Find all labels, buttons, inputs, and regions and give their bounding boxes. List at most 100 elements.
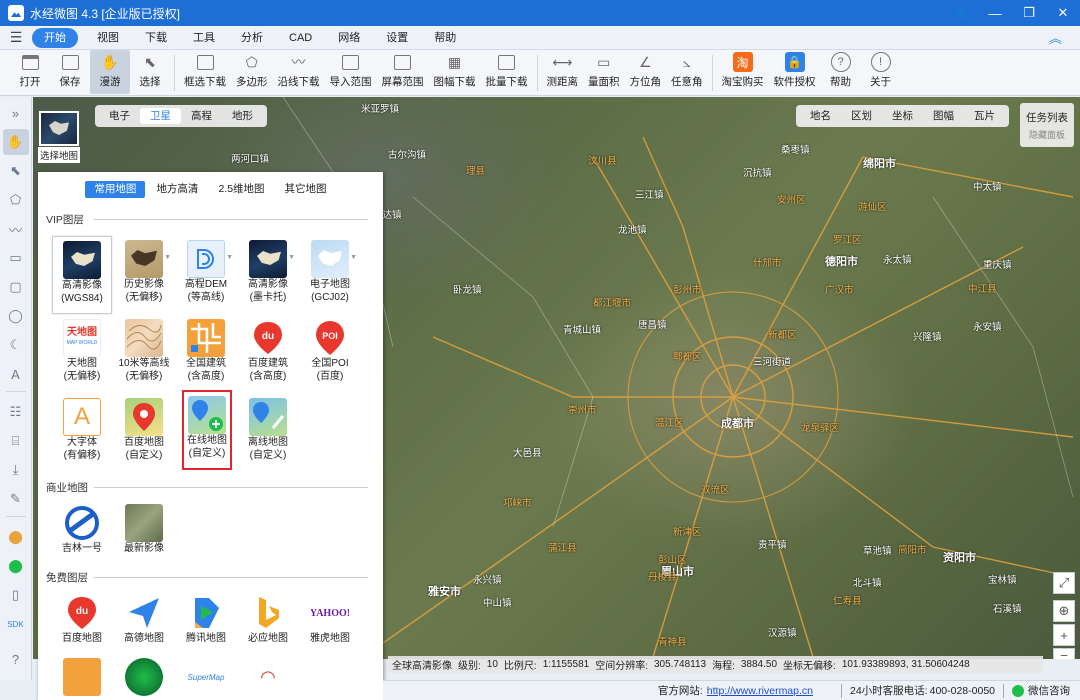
maximize-button[interactable]: ❐	[1012, 0, 1046, 26]
close-button[interactable]: ✕	[1046, 0, 1080, 26]
draw-line-tool-icon[interactable]: 〰	[3, 216, 29, 242]
layer-dem[interactable]: ▼ 高程DEM (等高线)	[176, 236, 236, 314]
menu-view[interactable]: 视图	[84, 28, 132, 48]
basemap-terrain[interactable]: 地形	[222, 108, 263, 124]
text-tool-icon[interactable]: A	[3, 361, 29, 387]
menu-cad[interactable]: CAD	[276, 28, 325, 48]
open-button[interactable]: 打开	[10, 50, 50, 94]
overlay-sheets[interactable]: 图幅	[923, 108, 964, 124]
measure-distance-button[interactable]: ⟷ 测距离	[542, 50, 584, 94]
menu-tools[interactable]: 工具	[180, 28, 228, 48]
about-button[interactable]: ! 关于	[861, 50, 901, 94]
task-list-button[interactable]: 任务列表 隐藏面板	[1020, 103, 1074, 147]
layer-national-poi[interactable]: POI 全国POI (百度)	[300, 315, 360, 393]
azimuth-button[interactable]: ∠ 方位角	[625, 50, 667, 94]
layer-national-buildings[interactable]: 全国建筑 (含高度)	[176, 315, 236, 393]
sheet-download-button[interactable]: ▦ 图幅下载	[429, 50, 481, 94]
layer-large-font[interactable]: A 大字体 (有偏移)	[52, 394, 112, 472]
layer-more-4[interactable]: ◠	[238, 654, 298, 700]
overlay-coordinates[interactable]: 坐标	[882, 108, 923, 124]
layer-baidu-custom[interactable]: 百度地图 (自定义)	[114, 394, 174, 472]
dropdown-arrow-icon[interactable]: ▼	[226, 254, 233, 261]
select-button[interactable]: ⬉ 选择	[130, 50, 170, 94]
dropdown-arrow-icon[interactable]: ▼	[288, 254, 295, 261]
left-help-icon[interactable]: ?	[3, 646, 29, 672]
select-tool-icon[interactable]: ⬉	[3, 158, 29, 184]
dropdown-arrow-icon[interactable]: ▼	[164, 254, 171, 261]
site-link[interactable]: http://www.rivermap.cn	[707, 685, 813, 697]
layer-hd-image-wgs84[interactable]: 高清影像 (WGS84)	[52, 236, 112, 314]
zoom-in-button[interactable]: +	[1053, 624, 1075, 646]
edit-tool-icon[interactable]: ✎	[3, 486, 29, 512]
collapse-ribbon-icon[interactable]: ︽	[1049, 28, 1062, 47]
overlay-place-names[interactable]: 地名	[800, 108, 841, 124]
rect-download-button[interactable]: 框选下载	[179, 50, 231, 94]
plugin-c-icon[interactable]: ▯	[3, 582, 29, 608]
batch-download-button[interactable]: 批量下载	[481, 50, 533, 94]
layer-gaode-map[interactable]: 高德地图	[114, 590, 174, 652]
basemap-satellite[interactable]: 卫星	[140, 108, 181, 124]
pan-tool-icon[interactable]: ✋	[2, 129, 29, 155]
license-button[interactable]: 🔒 软件授权	[769, 50, 821, 94]
polygon-download-button[interactable]: ⬠ 多边形	[231, 50, 273, 94]
layer-tool-icon[interactable]: ☷	[3, 399, 29, 425]
layer-baidu-map[interactable]: du 百度地图	[52, 590, 112, 652]
dropdown-arrow-icon[interactable]: ▼	[350, 254, 357, 261]
tab-local-hd[interactable]: 地方高清	[147, 181, 207, 198]
layer-offline-map[interactable]: 离线地图 (自定义)	[238, 394, 298, 472]
plugin-a-icon[interactable]: ⬤	[3, 524, 29, 550]
wechat-button[interactable]: 微信咨询	[1012, 683, 1070, 698]
layer-latest-image[interactable]: 最新影像	[114, 500, 174, 562]
tab-common-maps[interactable]: 常用地图	[85, 181, 146, 198]
library-tool-icon[interactable]: ⌸	[3, 428, 29, 454]
tab-other-maps[interactable]: 其它地图	[276, 181, 336, 198]
user-icon[interactable]: 👤	[944, 0, 978, 26]
layer-tianditu[interactable]: 天地图 MAP WORLD 天地图 (无偏移)	[52, 315, 112, 393]
layer-tencent-map[interactable]: 腾讯地图	[176, 590, 236, 652]
any-angle-button[interactable]: ⦣ 任意角	[666, 50, 708, 94]
taobao-buy-button[interactable]: 淘淘宝购买	[717, 50, 769, 94]
menu-start[interactable]: 开始	[32, 27, 78, 48]
locate-icon[interactable]: ⊕	[1053, 600, 1075, 622]
save-button[interactable]: 保存	[50, 50, 90, 94]
layer-more-2[interactable]	[114, 654, 174, 700]
layer-baidu-buildings[interactable]: du 百度建筑 (含高度)	[238, 315, 298, 393]
layer-online-map[interactable]: 在线地图 (自定义)	[182, 390, 232, 470]
layer-electronic-map[interactable]: ▼ 电子地图 (GCJ02)	[300, 236, 360, 314]
basemap-elevation[interactable]: 高程	[181, 108, 222, 124]
overlay-districts[interactable]: 区划	[841, 108, 882, 124]
basemap-electronic[interactable]: 电子	[99, 108, 140, 124]
minimize-button[interactable]: —	[978, 0, 1012, 26]
download-tool-icon[interactable]: ⤓	[3, 457, 29, 483]
layer-yahoo-map[interactable]: YAHOO! 雅虎地图	[300, 590, 360, 652]
draw-rect-tool-icon[interactable]: ▭	[3, 245, 29, 271]
layer-10m-contour[interactable]: 10米等高线 (无偏移)	[114, 315, 174, 393]
hamburger-menu-icon[interactable]: ☰	[0, 29, 32, 46]
draw-arc-tool-icon[interactable]: ☾	[3, 332, 29, 358]
layer-history-image[interactable]: ▼ 历史影像 (无偏移)	[114, 236, 174, 314]
import-range-button[interactable]: 导入范围	[325, 50, 377, 94]
menu-analysis[interactable]: 分析	[228, 28, 276, 48]
layer-more-1[interactable]	[52, 654, 112, 700]
select-map-button[interactable]: 选择地图	[38, 111, 80, 163]
draw-rect2-tool-icon[interactable]: ▢	[3, 274, 29, 300]
tab-2-5d-maps[interactable]: 2.5维地图	[209, 181, 273, 198]
fullscreen-icon[interactable]: ⤢	[1053, 572, 1075, 594]
pan-button[interactable]: ✋ 漫游	[90, 50, 130, 94]
layer-more-3[interactable]: SuperMap	[176, 654, 236, 700]
zoom-out-button[interactable]: −	[1053, 648, 1075, 659]
layer-hd-image-mercator[interactable]: ▼ 高清影像 (墨卡托)	[238, 236, 298, 314]
measure-area-button[interactable]: ▭ 量面积	[583, 50, 625, 94]
draw-circle-tool-icon[interactable]: ◯	[3, 303, 29, 329]
screen-range-button[interactable]: 屏幕范围	[377, 50, 429, 94]
layer-bing-map[interactable]: 必应地图	[238, 590, 298, 652]
menu-settings[interactable]: 设置	[373, 28, 421, 48]
draw-polygon-tool-icon[interactable]: ⬠	[3, 187, 29, 213]
overlay-tiles[interactable]: 瓦片	[964, 108, 1005, 124]
menu-download[interactable]: 下载	[132, 28, 180, 48]
menu-network[interactable]: 网络	[325, 28, 373, 48]
expand-panel-icon[interactable]: »	[3, 100, 29, 126]
layer-jilin-1[interactable]: 吉林一号	[52, 500, 112, 562]
sdk-icon[interactable]: SDK	[3, 611, 29, 637]
line-download-button[interactable]: 〰沿线下载	[273, 50, 325, 94]
